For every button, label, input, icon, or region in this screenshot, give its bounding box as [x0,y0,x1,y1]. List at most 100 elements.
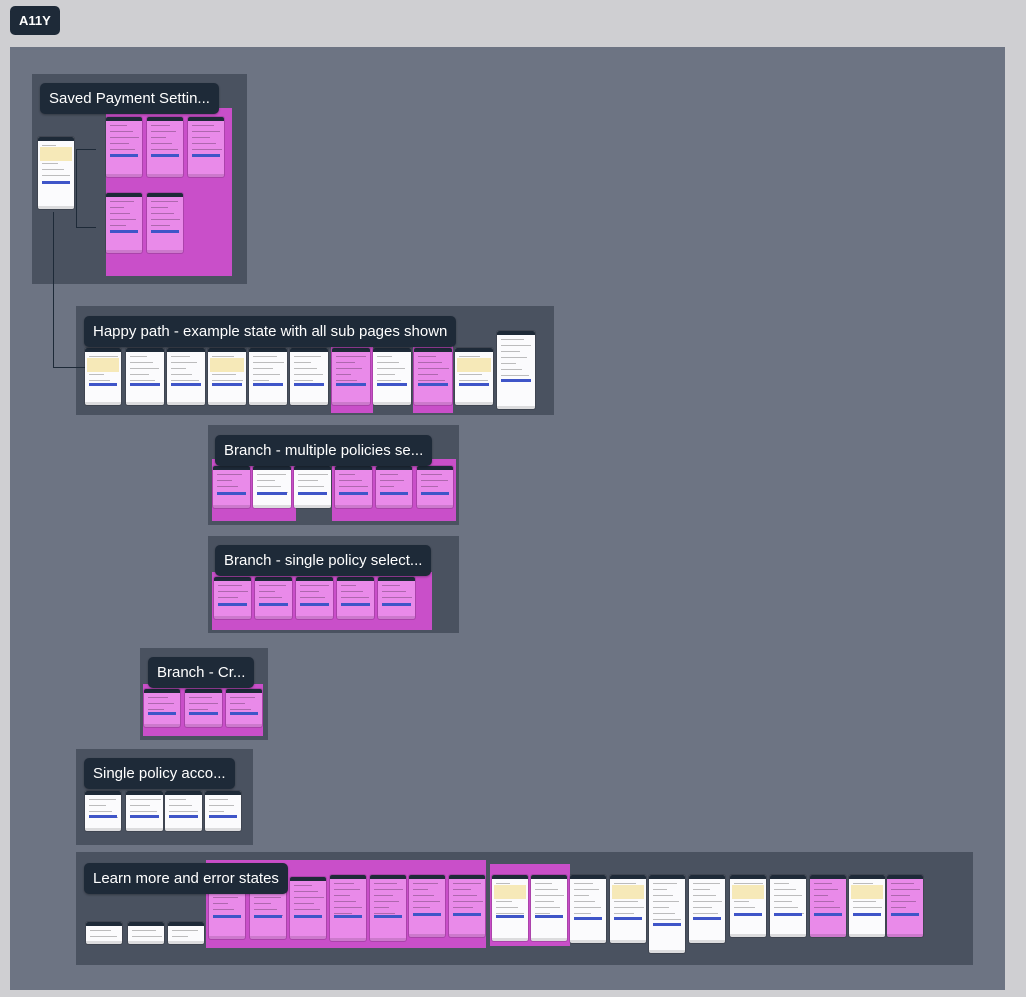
screen-thumbnail[interactable] [144,689,180,727]
section-label[interactable]: Branch - multiple policies se... [215,435,433,466]
screen-thumbnail[interactable] [570,875,606,943]
text-line [129,374,149,375]
screen-thumbnail[interactable] [38,137,74,209]
screen-thumbnail[interactable] [370,875,406,941]
screen-thumbnail[interactable] [165,791,202,831]
bottom-nav [887,934,923,937]
text-line [495,907,519,908]
screen-thumbnail[interactable] [106,117,142,177]
screen-thumbnail[interactable] [414,348,452,405]
text-line [41,169,65,170]
text-line [613,901,638,902]
screen-thumbnail[interactable] [492,875,528,941]
screen-thumbnail[interactable] [213,466,250,508]
section-label[interactable]: Happy path - example state with all sub … [84,316,457,347]
screen-thumbnail[interactable] [810,875,846,937]
screen-thumbnail[interactable] [332,348,370,405]
text-line [150,219,180,220]
screen-thumbnail[interactable] [330,875,366,941]
primary-button [256,492,288,495]
screen-thumbnail[interactable] [226,689,262,727]
screen-thumbnail[interactable] [335,466,372,508]
screen-thumbnail[interactable] [770,875,806,937]
section-label[interactable]: Branch - Cr... [148,657,255,688]
text-line [168,799,186,800]
screen-thumbnail[interactable] [294,466,331,508]
primary-button [293,383,325,386]
status-bar [332,348,370,352]
screen-thumbnail[interactable] [296,577,333,619]
screen-thumbnail[interactable] [610,875,646,943]
screen-thumbnail[interactable] [378,577,415,619]
screen-thumbnail[interactable] [168,922,204,944]
bottom-nav [126,402,164,405]
screen-thumbnail[interactable] [126,348,164,405]
screen-thumbnail[interactable] [128,922,164,944]
screen-thumbnail[interactable] [208,348,246,405]
screen-thumbnail[interactable] [85,791,121,831]
text-line [335,374,351,375]
screen-thumbnail[interactable] [290,877,326,939]
screen-thumbnail[interactable] [126,791,163,831]
canvas-frame[interactable]: Saved Payment Settin... Happy path - exa… [10,47,1005,990]
board-badge[interactable]: A11Y [10,6,60,35]
screen-thumbnail[interactable] [85,348,121,405]
screen-thumbnail[interactable] [497,331,535,409]
text-line [534,889,558,890]
text-line [229,709,251,710]
screen-thumbnail[interactable] [290,348,328,405]
primary-button [417,383,449,386]
screen-thumbnail[interactable] [373,348,411,405]
screen-thumbnail[interactable] [531,875,567,941]
status-bar [414,348,452,352]
bottom-nav [85,402,121,405]
screen-thumbnail[interactable] [167,348,205,405]
text-line [208,799,228,800]
screen-thumbnail[interactable] [887,875,923,937]
screen-thumbnail[interactable] [106,193,142,253]
bottom-nav [455,402,493,405]
section-label[interactable]: Branch - single policy select... [215,545,432,576]
primary-button [216,492,247,495]
text-line [188,697,212,698]
bottom-nav [85,828,121,831]
screen-thumbnail[interactable] [417,466,453,508]
section-label[interactable]: Single policy acco... [84,758,235,789]
primary-button [335,383,367,386]
notice-box [612,885,644,899]
text-line [150,149,179,150]
text-line [381,591,407,592]
screen-thumbnail[interactable] [689,875,725,943]
screen-thumbnail[interactable] [455,348,493,405]
screen-thumbnail[interactable] [409,875,445,937]
text-line [147,709,164,710]
text-line [88,356,119,357]
bottom-nav [147,174,183,177]
status-bar [378,577,415,581]
screen-thumbnail[interactable] [185,689,222,727]
text-line [733,907,756,908]
text-line [211,356,234,357]
screen-thumbnail[interactable] [205,791,241,831]
text-line [692,907,712,908]
text-line [131,930,156,931]
primary-button [212,915,242,918]
flow-connector [53,212,54,367]
screen-thumbnail[interactable] [147,117,183,177]
screen-thumbnail[interactable] [255,577,292,619]
screen-thumbnail[interactable] [376,466,412,508]
screen-thumbnail[interactable] [849,875,885,937]
text-line [890,883,914,884]
screen-thumbnail[interactable] [649,875,685,953]
screen-thumbnail[interactable] [449,875,485,937]
screen-thumbnail[interactable] [147,193,183,253]
section-label[interactable]: Learn more and error states [84,863,288,894]
section-label[interactable]: Saved Payment Settin... [40,83,219,114]
screen-thumbnail[interactable] [249,348,287,405]
screen-thumbnail[interactable] [730,875,766,937]
screen-thumbnail[interactable] [337,577,374,619]
screen-thumbnail[interactable] [214,577,251,619]
screen-thumbnail[interactable] [188,117,224,177]
screen-thumbnail[interactable] [86,922,122,944]
screen-thumbnail[interactable] [253,466,291,508]
